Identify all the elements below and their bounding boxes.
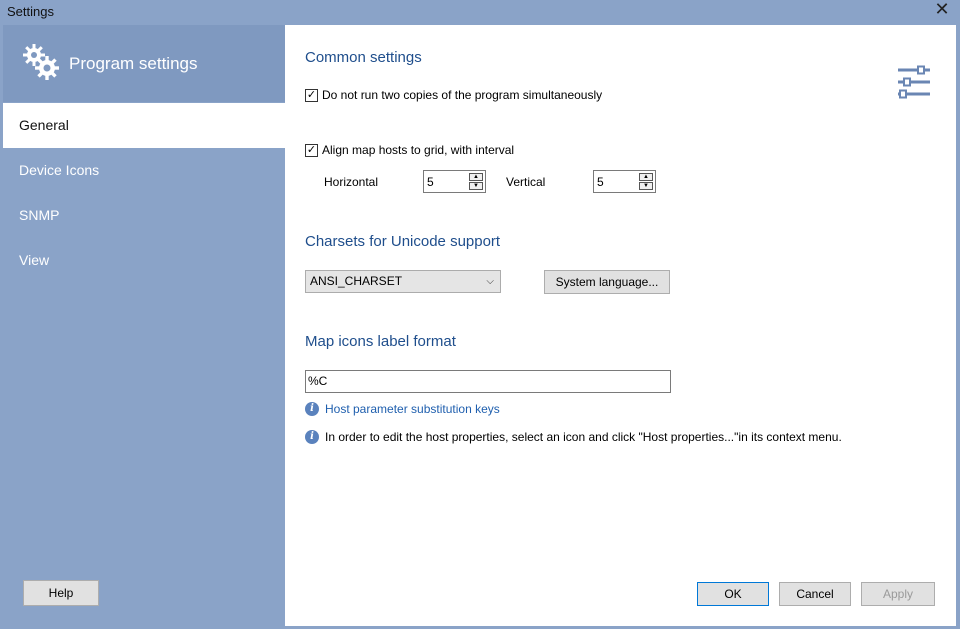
vertical-stepper[interactable]: 5 ▲ ▼ (593, 170, 656, 193)
cancel-button[interactable]: Cancel (779, 582, 851, 606)
gear-icon (23, 44, 59, 80)
ok-button[interactable]: OK (697, 582, 769, 606)
vertical-stepper-arrows: ▲ ▼ (639, 173, 653, 190)
sidebar-item-general[interactable]: General (3, 103, 285, 148)
host-properties-hint: i In order to edit the host properties, … (305, 429, 842, 445)
stepper-down-icon[interactable]: ▼ (639, 182, 653, 190)
map-labels-title: Map icons label format (305, 333, 456, 350)
vertical-value: 5 (597, 175, 604, 189)
chevron-down-icon: ⌵ (486, 276, 494, 287)
horizontal-stepper[interactable]: 5 ▲ ▼ (423, 170, 486, 193)
help-button[interactable]: Help (23, 580, 99, 606)
charset-select[interactable]: ANSI_CHARSET ⌵ (305, 270, 501, 293)
stepper-up-icon[interactable]: ▲ (639, 173, 653, 181)
settings-window: Settings ✕ Program settings General Devi… (0, 0, 960, 629)
sliders-icon (898, 65, 930, 99)
sidebar-item-view[interactable]: View (3, 238, 285, 283)
charset-selected-value: ANSI_CHARSET (310, 274, 403, 288)
horizontal-value: 5 (427, 175, 434, 189)
horizontal-stepper-arrows: ▲ ▼ (469, 173, 483, 190)
align-grid-checkbox[interactable]: ✓ (305, 143, 318, 157)
settings-content: Common settings ✓ Do not run two copies … (285, 25, 956, 626)
sidebar: Program settings General Device Icons SN… (3, 25, 285, 626)
horizontal-label: Horizontal (324, 175, 379, 189)
label-format-input[interactable]: %C (305, 370, 671, 393)
stepper-up-icon[interactable]: ▲ (469, 173, 483, 181)
single-instance-checkbox[interactable]: ✓ (305, 88, 318, 102)
window-title: Settings (7, 4, 54, 19)
align-grid-option[interactable]: ✓ Align map hosts to grid, with interval (305, 142, 514, 158)
apply-button[interactable]: Apply (861, 582, 935, 606)
charsets-title: Charsets for Unicode support (305, 233, 501, 250)
host-properties-hint-text: In order to edit the host properties, se… (325, 430, 842, 444)
substitution-keys-row[interactable]: i Host parameter substitution keys (305, 401, 500, 417)
system-language-button[interactable]: System language... (544, 270, 670, 294)
single-instance-option[interactable]: ✓ Do not run two copies of the program s… (305, 87, 602, 103)
sidebar-item-device-icons[interactable]: Device Icons (3, 148, 285, 193)
close-icon[interactable]: ✕ (932, 0, 952, 20)
align-grid-label: Align map hosts to grid, with interval (322, 143, 515, 157)
sidebar-title: Program settings (69, 54, 198, 73)
info-icon: i (305, 402, 319, 416)
vertical-label: Vertical (506, 175, 546, 189)
common-settings-title: Common settings (305, 49, 422, 66)
info-icon: i (305, 430, 319, 444)
substitution-keys-link[interactable]: Host parameter substitution keys (325, 402, 500, 416)
single-instance-label: Do not run two copies of the program sim… (322, 88, 603, 102)
stepper-down-icon[interactable]: ▼ (469, 182, 483, 190)
title-bar: Settings ✕ (0, 0, 960, 24)
sidebar-header: Program settings (3, 25, 285, 102)
sidebar-item-snmp[interactable]: SNMP (3, 193, 285, 238)
